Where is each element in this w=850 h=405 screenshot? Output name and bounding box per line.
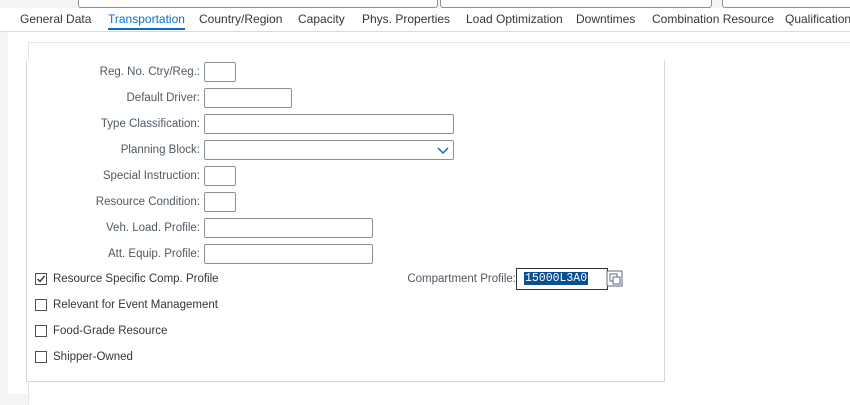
- food-grade-resource-checkbox[interactable]: [35, 325, 47, 337]
- shipper-owned-label[interactable]: Shipper-Owned: [53, 351, 133, 363]
- veh-load-profile-label: Veh. Load. Profile:: [106, 222, 200, 234]
- shipper-owned-checkbox[interactable]: [35, 351, 47, 363]
- compartment-profile-value: 15000L3A0: [524, 272, 589, 285]
- resource-specific-comp-profile-label[interactable]: Resource Specific Comp. Profile: [53, 273, 219, 285]
- tab-transportation[interactable]: Transportation: [108, 12, 185, 32]
- reg-no-label: Reg. No. Ctry/Reg.:: [99, 66, 200, 78]
- planning-block-label: Planning Block:: [120, 144, 200, 156]
- relevant-event-management-checkbox[interactable]: [35, 299, 47, 311]
- att-equip-profile-label: Att. Equip. Profile:: [107, 248, 200, 260]
- veh-load-profile-input[interactable]: [204, 218, 373, 238]
- resource-specific-comp-profile-checkbox[interactable]: [35, 273, 47, 285]
- top-button[interactable]: [722, 0, 850, 8]
- tab-capacity[interactable]: Capacity: [298, 12, 345, 32]
- tab-combination-resource[interactable]: Combination Resource: [652, 12, 774, 32]
- resource-condition-input[interactable]: [204, 192, 236, 212]
- tab-phys-properties[interactable]: Phys. Properties: [362, 12, 450, 32]
- planning-block-select[interactable]: [204, 140, 454, 160]
- top-field-left[interactable]: [78, 0, 438, 8]
- chevron-down-icon[interactable]: [436, 143, 450, 157]
- tab-bar: General Data Transportation Country/Regi…: [0, 8, 850, 32]
- type-classification-label: Type Classification:: [100, 118, 200, 130]
- compartment-profile-input[interactable]: 15000L3A0: [516, 268, 608, 290]
- default-driver-label: Default Driver:: [126, 92, 201, 104]
- check-icon: [37, 275, 46, 283]
- value-help-icon[interactable]: [606, 268, 624, 290]
- default-driver-input[interactable]: [204, 88, 292, 108]
- relevant-event-management-label[interactable]: Relevant for Event Management: [53, 299, 218, 311]
- tab-downtimes[interactable]: Downtimes: [576, 12, 635, 32]
- special-instruction-label: Special Instruction:: [102, 170, 200, 182]
- compartment-profile-label: Compartment Profile:: [407, 273, 516, 285]
- tab-load-optimization[interactable]: Load Optimization: [466, 12, 563, 32]
- top-strip: [0, 0, 850, 8]
- reg-no-input[interactable]: [204, 62, 236, 82]
- resource-condition-label: Resource Condition:: [95, 196, 200, 208]
- food-grade-resource-label[interactable]: Food-Grade Resource: [53, 325, 167, 337]
- top-field-right[interactable]: [440, 0, 712, 8]
- tab-qualification[interactable]: Qualification: [785, 12, 850, 32]
- att-equip-profile-input[interactable]: [204, 244, 373, 264]
- special-instruction-input[interactable]: [204, 166, 236, 186]
- type-classification-input[interactable]: [204, 114, 454, 134]
- tab-general-data[interactable]: General Data: [20, 12, 91, 32]
- tab-country-region[interactable]: Country/Region: [199, 12, 282, 32]
